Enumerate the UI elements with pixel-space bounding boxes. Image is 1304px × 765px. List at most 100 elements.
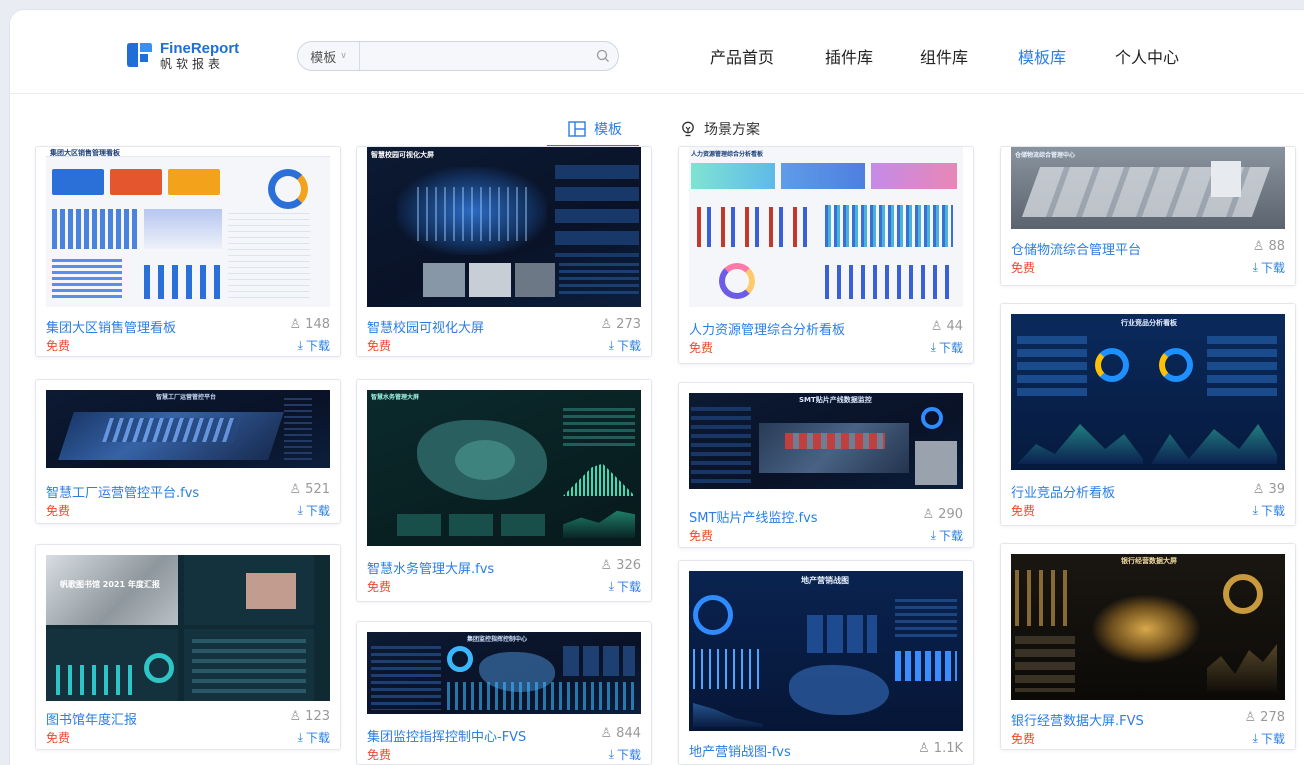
nav-plugins[interactable]: 插件库 xyxy=(825,44,873,68)
template-card[interactable]: 仓储物流综合管理中心 仓储物流综合管理平台 免费 ♙ 88 ⤓ 下载 xyxy=(1000,146,1296,286)
user-icon: ♙ xyxy=(922,507,935,522)
template-card[interactable]: SMT贴片产线数据监控 SMT贴片产线监控.fvs 免费 ♙ 290 ⤓ 下载 xyxy=(678,382,974,548)
download-button[interactable]: ⤓ 下载 xyxy=(1253,259,1285,276)
card-title[interactable]: 人力资源管理综合分析看板 xyxy=(689,319,845,338)
view-count: ♙ 521 xyxy=(289,482,330,497)
card-price: 免费 xyxy=(367,748,392,762)
card-title[interactable]: 仓储物流综合管理平台 xyxy=(1011,239,1141,258)
logo-cn-text: 帆软报表 xyxy=(160,56,225,71)
download-button[interactable]: ⤓ 下载 xyxy=(609,337,641,354)
download-button[interactable]: ⤓ 下载 xyxy=(609,746,641,763)
card-title[interactable]: SMT贴片产线监控.fvs xyxy=(689,507,818,526)
tab-templates-label: 模板 xyxy=(594,122,622,138)
card-price: 免费 xyxy=(367,580,392,594)
thumbnail-title: 银行经营数据大屏 xyxy=(1121,557,1177,565)
view-count: ♙ 44 xyxy=(930,319,963,334)
view-count: ♙ 1.1K xyxy=(918,741,963,756)
card-price: 免费 xyxy=(689,341,714,355)
download-icon: ⤓ xyxy=(930,340,936,354)
card-price: 免费 xyxy=(1011,261,1036,275)
download-button[interactable]: ⤓ 下载 xyxy=(1253,730,1285,747)
thumbnail-title: 帆歌图书馆 2021 年度汇报 xyxy=(60,580,160,589)
template-thumbnail: 银行经营数据大屏 xyxy=(1011,554,1285,700)
card-price: 免费 xyxy=(46,731,71,745)
user-icon: ♙ xyxy=(918,741,930,756)
card-title[interactable]: 集团监控指挥控制中心-FVS xyxy=(367,726,526,745)
download-button[interactable]: ⤓ 下载 xyxy=(298,729,330,746)
download-icon: ⤓ xyxy=(1252,260,1258,274)
nav-templates[interactable]: 模板库 xyxy=(1018,44,1066,68)
card-title[interactable]: 智慧校园可视化大屏 xyxy=(367,317,484,336)
logo[interactable]: FineReport 帆软报表 xyxy=(124,40,239,70)
template-card[interactable]: 智慧水务管理大屏 智慧水务管理大屏.fvs 免费 ♙ 326 ⤓ 下载 xyxy=(356,379,652,602)
search-bar: 模板 ∨ xyxy=(297,41,619,71)
tab-scenarios-label: 场景方案 xyxy=(704,122,760,138)
nav-personal-center[interactable]: 个人中心 xyxy=(1115,44,1179,68)
user-icon: ♙ xyxy=(289,317,302,332)
finereport-logo-icon xyxy=(124,40,154,70)
thumbnail-title: 集团大区销售管理看板 xyxy=(50,149,120,157)
card-price: 免费 xyxy=(1011,504,1036,518)
thumbnail-title: 智慧水务管理大屏 xyxy=(371,394,420,401)
download-button[interactable]: ⤓ 下载 xyxy=(1253,502,1285,519)
card-title[interactable]: 集团大区销售管理看板 xyxy=(46,317,176,336)
download-icon: ⤓ xyxy=(1252,731,1258,745)
template-thumbnail: 智慧水务管理大屏 xyxy=(367,390,641,546)
download-icon: ⤓ xyxy=(1252,503,1258,517)
download-button[interactable]: ⤓ 下载 xyxy=(298,337,330,354)
template-card[interactable]: 帆歌图书馆 2021 年度汇报 图书馆年度汇报 免费 ♙ 123 ⤓ 下载 xyxy=(35,544,341,750)
download-button[interactable]: ⤓ 下载 xyxy=(931,527,963,544)
card-title[interactable]: 行业竞品分析看板 xyxy=(1011,482,1115,501)
thumbnail-title: 地产营销战图 xyxy=(801,576,849,585)
thumbnail-title: 人力资源管理综合分析看板 xyxy=(691,151,764,158)
template-card[interactable]: 行业竞品分析看板 行业竞品分析看板 免费 ♙ 39 ⤓ 下载 xyxy=(1000,303,1296,526)
view-count: ♙ 273 xyxy=(600,317,641,332)
user-icon: ♙ xyxy=(1252,239,1265,254)
layout-grid-icon xyxy=(568,121,586,137)
thumbnail-title: 智慧工厂运营管控平台 xyxy=(156,394,217,401)
user-icon: ♙ xyxy=(930,319,943,334)
user-icon: ♙ xyxy=(289,709,302,724)
card-title[interactable]: 银行经营数据大屏.FVS xyxy=(1011,710,1144,729)
download-button[interactable]: ⤓ 下载 xyxy=(931,339,963,356)
template-card[interactable]: 智慧校园可视化大屏 智慧校园可视化大屏 免费 ♙ 273 ⤓ 下载 xyxy=(356,146,652,357)
top-header: FineReport 帆软报表 模板 ∨ 产品首页 插件库 组件库 模板库 个人… xyxy=(10,10,1304,94)
chevron-down-icon: ∨ xyxy=(340,51,347,61)
user-icon: ♙ xyxy=(1252,482,1265,497)
card-price: 免费 xyxy=(367,339,392,353)
template-thumbnail: 集团大区销售管理看板 xyxy=(46,147,330,307)
lightbulb-icon xyxy=(682,121,694,137)
search-input[interactable] xyxy=(360,42,588,70)
template-thumbnail: 人力资源管理综合分析看板 xyxy=(689,147,963,307)
view-count: ♙ 39 xyxy=(1252,482,1285,497)
template-card[interactable]: 地产营销战图 地产营销战图-fvs ♙ 1.1K xyxy=(678,560,974,765)
template-card[interactable]: 集团监控指挥控制中心 集团监控指挥控制中心-FVS 免费 ♙ 844 ⤓ 下载 xyxy=(356,621,652,765)
view-count: ♙ 148 xyxy=(289,317,330,332)
template-thumbnail: 帆歌图书馆 2021 年度汇报 xyxy=(46,555,330,701)
template-thumbnail: SMT贴片产线数据监控 xyxy=(689,393,963,489)
tab-scenarios[interactable]: 场景方案 xyxy=(680,114,760,144)
card-title[interactable]: 智慧水务管理大屏.fvs xyxy=(367,558,494,577)
nav-home[interactable]: 产品首页 xyxy=(710,44,774,68)
template-card[interactable]: 集团大区销售管理看板 集团大区销售管理看板 免费 ♙ 148 ⤓ 下载 xyxy=(35,146,341,357)
user-icon: ♙ xyxy=(600,726,613,741)
view-count: ♙ 88 xyxy=(1252,239,1285,254)
card-title[interactable]: 图书馆年度汇报 xyxy=(46,709,137,728)
template-card[interactable]: 银行经营数据大屏 银行经营数据大屏.FVS 免费 ♙ 278 ⤓ 下载 xyxy=(1000,543,1296,750)
card-title[interactable]: 智慧工厂运营管控平台.fvs xyxy=(46,482,199,501)
tab-templates[interactable]: 模板 xyxy=(568,114,622,144)
thumbnail-title: 智慧校园可视化大屏 xyxy=(371,151,434,159)
search-type-label: 模板 xyxy=(310,50,337,66)
search-icon[interactable] xyxy=(588,42,618,70)
template-card[interactable]: 智慧工厂运营管控平台 智慧工厂运营管控平台.fvs 免费 ♙ 521 ⤓ 下载 xyxy=(35,379,341,524)
search-type-dropdown[interactable]: 模板 ∨ xyxy=(298,42,360,70)
nav-components[interactable]: 组件库 xyxy=(920,44,968,68)
card-title[interactable]: 地产营销战图-fvs xyxy=(689,741,791,760)
download-button[interactable]: ⤓ 下载 xyxy=(298,502,330,519)
card-price: 免费 xyxy=(46,504,71,518)
template-thumbnail: 智慧工厂运营管控平台 xyxy=(46,390,330,468)
download-button[interactable]: ⤓ 下载 xyxy=(609,578,641,595)
template-thumbnail: 集团监控指挥控制中心 xyxy=(367,632,641,714)
template-thumbnail: 智慧校园可视化大屏 xyxy=(367,147,641,307)
template-card[interactable]: 人力资源管理综合分析看板 人力资源管理综合分析看板 免费 ♙ 44 ⤓ 下载 xyxy=(678,146,974,364)
